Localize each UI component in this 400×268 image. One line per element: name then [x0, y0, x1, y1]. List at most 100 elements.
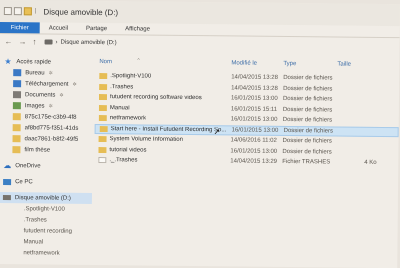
- back-arrow-icon[interactable]: ←: [5, 37, 13, 46]
- file-type: Dossier de fichiers: [283, 75, 333, 82]
- tab-share[interactable]: Partage: [77, 23, 116, 34]
- window-title: Disque amovible (D:): [43, 6, 119, 17]
- desktop-icon: [13, 69, 22, 77]
- file-date: 16/01/2015 15:11: [230, 106, 278, 113]
- up-arrow-icon[interactable]: ↑: [33, 37, 37, 46]
- file-rows: .Spotlight-V100 14/04/2015 13:28 Dossier…: [94, 71, 399, 169]
- file-list-pane: ^ Nom Modifié le Type Taille .Spotlight-…: [93, 51, 399, 268]
- file-date: 16/01/2015 13:00: [230, 148, 278, 155]
- sidebar-item-label: Manual: [23, 238, 44, 245]
- file-type: Dossier de fichiers: [282, 106, 333, 114]
- drive-icon: [2, 195, 11, 201]
- sidebar-item-label: netframework: [23, 249, 60, 257]
- sidebar-item-label: OneDrive: [15, 162, 41, 169]
- folder-icon: [12, 146, 21, 154]
- tab-view[interactable]: Affichage: [116, 23, 159, 34]
- sidebar-item-label: Documents: [24, 91, 56, 99]
- sidebar-item-label: futudent recording: [23, 227, 72, 235]
- folder-icon: [12, 135, 21, 143]
- forward-arrow-icon[interactable]: →: [19, 37, 27, 46]
- column-header-name[interactable]: Nom: [99, 59, 112, 65]
- star-icon: ★: [4, 57, 12, 67]
- sidebar-item-label: Bureau: [25, 69, 45, 76]
- file-name: ._.Trashes: [109, 157, 138, 164]
- file-type: Fichier TRASHES: [282, 159, 331, 166]
- breadcrumb-drive[interactable]: Disque amovible (D:): [61, 39, 117, 46]
- file-row[interactable]: ._.Trashes 14/04/2015 13:29 Fichier TRAS…: [94, 155, 398, 169]
- address-bar[interactable]: › Disque amovible (D:): [44, 39, 117, 46]
- properties-icon[interactable]: [3, 7, 12, 16]
- computer-icon: [3, 178, 12, 185]
- folder-icon: [98, 146, 107, 153]
- sidebar-item-label: Accès rapide: [16, 58, 52, 66]
- sidebar-item-label: Disque amovible (D:): [14, 194, 71, 202]
- pin-icon[interactable]: ✲: [59, 92, 63, 98]
- file-name: System Volume Information: [109, 136, 183, 144]
- pin-icon[interactable]: ✲: [49, 70, 53, 76]
- pin-icon[interactable]: ✲: [49, 103, 53, 109]
- column-header-row: ^ Nom Modifié le Type Taille: [95, 57, 399, 70]
- pin-icon[interactable]: ✲: [72, 81, 76, 87]
- file-icon: [98, 157, 107, 164]
- file-type: Dossier de fichiers: [283, 85, 333, 93]
- folder-icon: [98, 115, 107, 122]
- new-folder-icon[interactable]: [23, 7, 32, 16]
- cloud-icon: ☁: [3, 161, 12, 171]
- explorer-window: | Disque amovible (D:) Fichier Accueil P…: [0, 0, 400, 268]
- file-date: 16/01/2015 13:00: [230, 116, 278, 124]
- file-name: futudent recording software videos: [109, 94, 202, 102]
- toolbar-separator: |: [34, 8, 37, 15]
- address-row: ← → ↑ › Disque amovible (D:): [0, 35, 400, 52]
- tab-file[interactable]: Fichier: [0, 21, 40, 34]
- file-date: 14/04/2015 13:29: [230, 158, 278, 166]
- file-type: Dossier de fichiers: [282, 117, 333, 124]
- file-date: 16/01/2015 13:00: [230, 95, 278, 103]
- drive-icon: [44, 39, 53, 45]
- sidebar-item-label: 875c175e-c3b9-4f8: [24, 113, 77, 121]
- sidebar-subitem[interactable]: netframework: [0, 247, 91, 259]
- sort-caret-icon: ^: [137, 57, 140, 64]
- sidebar-item-label: Téléchargement: [25, 80, 69, 88]
- folder-icon: [98, 104, 107, 111]
- column-header-date[interactable]: Modifié le: [231, 60, 257, 66]
- file-type: Dossier de fichiers: [282, 96, 333, 103]
- folder-icon: [12, 124, 21, 132]
- file-type: Dossier de fichiers: [282, 148, 332, 156]
- images-icon: [12, 102, 21, 110]
- sidebar-item-label: Images: [24, 102, 45, 109]
- file-name: Start here - Install Futudent Recording …: [110, 125, 227, 134]
- column-header-size[interactable]: Taille: [337, 62, 351, 68]
- file-type: Dossier de fichiers: [283, 127, 334, 135]
- file-name: Manual: [109, 104, 130, 112]
- column-header-type[interactable]: Type: [283, 61, 296, 67]
- sidebar-item-label: af8bd775-f351-41ds: [24, 124, 79, 132]
- new-document-icon[interactable]: [13, 7, 22, 16]
- file-name: netframework: [109, 115, 147, 122]
- file-name: .Spotlight-V100: [110, 73, 152, 80]
- folder-icon: [98, 94, 108, 101]
- sidebar-item-label: .Trashes: [23, 216, 47, 224]
- file-date: 16/01/2015 13:00: [231, 127, 279, 134]
- folder-icon: [99, 73, 108, 80]
- folder-icon: [98, 136, 107, 143]
- file-date: 14/04/2015 13:28: [231, 74, 278, 82]
- file-size: 4 Ko: [364, 160, 377, 167]
- file-name: tutorial videos: [109, 146, 147, 154]
- sidebar-item-label: daac7861-b8f2-49f5: [24, 135, 79, 143]
- file-date: 14/06/2016 11:02: [230, 137, 277, 145]
- breadcrumb-separator: ›: [55, 39, 58, 46]
- sidebar-item-label: Ce PC: [15, 178, 33, 185]
- folder-icon: [99, 83, 108, 90]
- documents-icon: [12, 91, 22, 99]
- file-date: 14/04/2015 13:28: [231, 85, 278, 92]
- quick-access-toolbar: [3, 7, 32, 16]
- folder-icon: [12, 113, 21, 121]
- download-icon: [13, 80, 22, 88]
- sidebar-item-label: .Spotlight-V100: [23, 205, 65, 213]
- sidebar-item-label: film thèse: [24, 146, 51, 154]
- file-name: .Trashes: [110, 83, 134, 91]
- navigation-pane: ★ Accès rapide Bureau ✲ Téléchargement ✲…: [0, 50, 93, 265]
- file-type: Dossier de fichiers: [282, 138, 332, 145]
- folder-icon: [99, 125, 108, 132]
- tab-home[interactable]: Accueil: [40, 22, 77, 33]
